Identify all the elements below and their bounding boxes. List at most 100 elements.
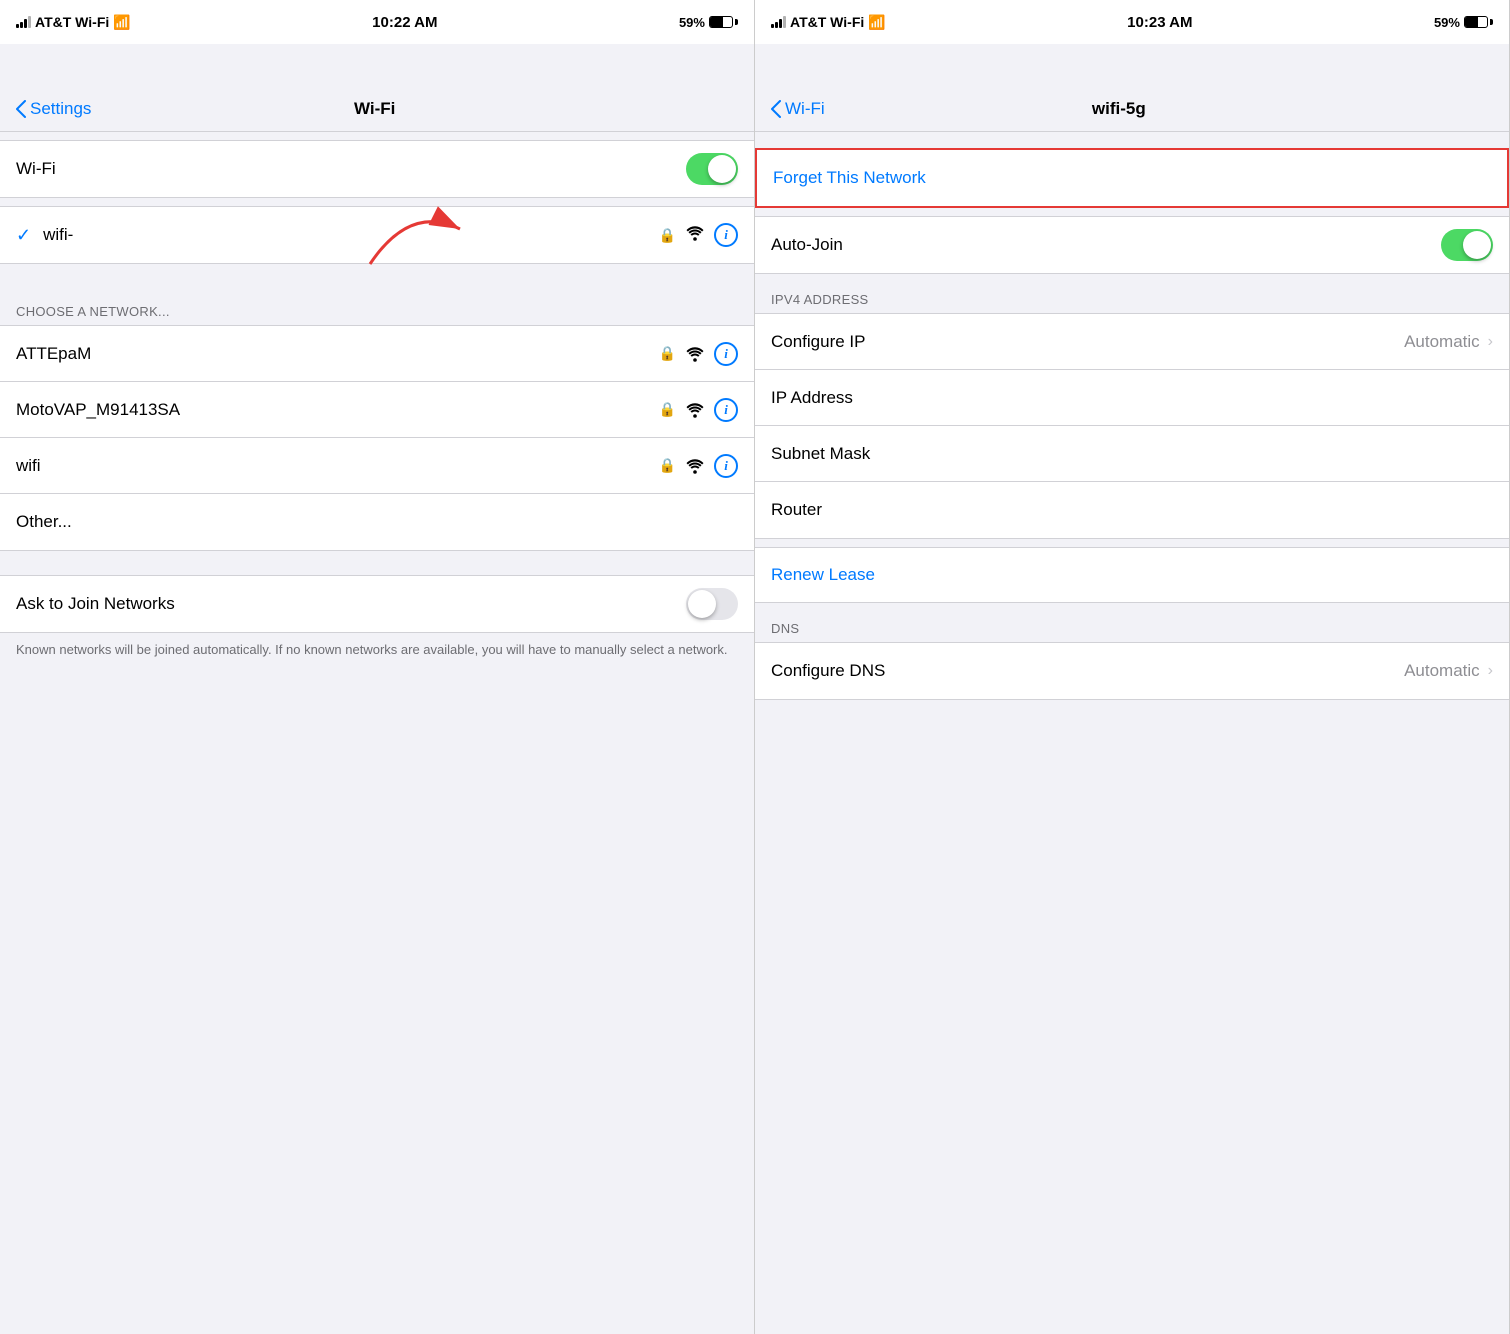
subnet-mask-label: Subnet Mask — [771, 444, 1493, 464]
auto-join-row[interactable]: Auto-Join — [755, 217, 1509, 273]
info-icon-2: i — [724, 458, 728, 474]
page-title-left: Wi-Fi — [354, 99, 395, 119]
carrier-right: AT&T Wi-Fi — [790, 14, 864, 30]
back-chevron-icon — [16, 100, 26, 118]
renew-lease-label: Renew Lease — [771, 565, 875, 585]
forget-network-row[interactable]: Forget This Network — [757, 150, 1507, 206]
left-scroll: Wi-Fi ✓ wifi- 🔒 — [0, 132, 754, 1334]
configure-ip-value: Automatic — [1404, 332, 1480, 352]
available-networks-block: ATTEpaM 🔒 i MotoVAP_M91413SA — [0, 325, 754, 551]
back-label-right: Wi-Fi — [785, 99, 825, 119]
info-button-connected[interactable]: i — [714, 223, 738, 247]
wifi-status-icon: 📶 — [113, 14, 130, 31]
forget-network-label: Forget This Network — [773, 168, 926, 188]
status-right-left: 59% — [679, 15, 738, 30]
status-bar-left: AT&T Wi-Fi 📶 10:22 AM 59% — [0, 0, 754, 44]
status-right-right: 59% — [1434, 15, 1493, 30]
battery-icon-right — [1464, 16, 1493, 28]
router-row: Router — [755, 482, 1509, 538]
lock-icon-0: 🔒 — [659, 345, 676, 362]
renew-lease-row[interactable]: Renew Lease — [755, 547, 1509, 603]
wifi-svg-0 — [684, 346, 706, 362]
back-label-left: Settings — [30, 99, 91, 119]
ask-join-row[interactable]: Ask to Join Networks — [0, 576, 754, 632]
back-button-left[interactable]: Settings — [16, 99, 91, 119]
ask-join-block: Ask to Join Networks — [0, 575, 754, 633]
ip-address-row: IP Address — [755, 370, 1509, 426]
lock-icon-connected: 🔒 — [659, 227, 676, 244]
network-name-2: wifi — [16, 456, 659, 476]
wifi-svg-2 — [684, 458, 706, 474]
configure-dns-value: Automatic — [1404, 661, 1480, 681]
info-button-1[interactable]: i — [714, 398, 738, 422]
status-right-left-area: AT&T Wi-Fi 📶 — [771, 14, 886, 31]
auto-join-block: Auto-Join — [755, 216, 1509, 274]
wifi-strength-connected — [684, 225, 706, 246]
toggle-thumb — [708, 155, 736, 183]
configure-dns-row[interactable]: Configure DNS Automatic › — [755, 643, 1509, 699]
network-name-1: MotoVAP_M91413SA — [16, 400, 659, 420]
info-icon-0: i — [724, 346, 728, 362]
ask-join-toggle[interactable] — [686, 588, 738, 620]
right-scroll: Forget This Network Auto-Join IPV4 ADDRE… — [755, 132, 1509, 1334]
left-panel: AT&T Wi-Fi 📶 10:22 AM 59% Settings Wi-Fi — [0, 0, 755, 1334]
back-button-right[interactable]: Wi-Fi — [771, 99, 825, 119]
choose-network-header: CHOOSE A NETWORK... — [0, 288, 754, 325]
right-panel: AT&T Wi-Fi 📶 10:23 AM 59% Wi-Fi wifi-5g — [755, 0, 1510, 1334]
wifi-bars-svg — [684, 225, 706, 241]
configure-ip-row[interactable]: Configure IP Automatic › — [755, 314, 1509, 370]
auto-join-toggle[interactable] — [1441, 229, 1493, 261]
status-left: AT&T Wi-Fi 📶 — [16, 14, 131, 31]
network-icons-1: 🔒 i — [659, 398, 738, 422]
connected-network-block: ✓ wifi- 🔒 i — [0, 206, 754, 264]
subnet-mask-row: Subnet Mask — [755, 426, 1509, 482]
configure-dns-chevron: › — [1488, 662, 1493, 680]
connected-network-name: wifi- — [43, 225, 658, 245]
ip-address-label: IP Address — [771, 388, 1493, 408]
configure-dns-label: Configure DNS — [771, 661, 1404, 681]
network-row-1[interactable]: MotoVAP_M91413SA 🔒 i — [0, 382, 754, 438]
time-left: 10:22 AM — [372, 14, 437, 31]
info-button-2[interactable]: i — [714, 454, 738, 478]
carrier-left: AT&T Wi-Fi — [35, 14, 109, 30]
configure-ip-label: Configure IP — [771, 332, 1404, 352]
network-icons-2: 🔒 i — [659, 454, 738, 478]
nav-bar-left: Settings Wi-Fi — [0, 44, 754, 132]
dns-block: Configure DNS Automatic › — [755, 642, 1509, 700]
ipv4-block: Configure IP Automatic › IP Address Subn… — [755, 313, 1509, 539]
network-row-0[interactable]: ATTEpaM 🔒 i — [0, 326, 754, 382]
network-icons-0: 🔒 i — [659, 342, 738, 366]
other-network-label: Other... — [16, 512, 738, 532]
lock-icon-1: 🔒 — [659, 401, 676, 418]
wifi-status-icon-right: 📶 — [868, 14, 885, 31]
wifi-toggle-row[interactable]: Wi-Fi — [0, 141, 754, 197]
router-label: Router — [771, 500, 1493, 520]
ask-join-label: Ask to Join Networks — [16, 594, 686, 614]
wifi-toggle-switch[interactable] — [686, 153, 738, 185]
signal-icon — [16, 16, 31, 28]
page-title-right: wifi-5g — [1092, 99, 1146, 119]
lock-icon-2: 🔒 — [659, 457, 676, 474]
auto-join-label: Auto-Join — [771, 235, 1441, 255]
forget-network-block: Forget This Network — [755, 148, 1509, 208]
connected-check-icon: ✓ — [16, 225, 31, 246]
network-name-0: ATTEpaM — [16, 344, 659, 364]
other-network-row[interactable]: Other... — [0, 494, 754, 550]
info-icon-connected: i — [724, 227, 728, 243]
ipv4-section-header: IPV4 ADDRESS — [755, 282, 1509, 313]
info-icon-1: i — [724, 402, 728, 418]
nav-bar-right: Wi-Fi wifi-5g — [755, 44, 1509, 132]
wifi-toggle-block: Wi-Fi — [0, 140, 754, 198]
ask-join-toggle-thumb — [688, 590, 716, 618]
dns-section-header: DNS — [755, 611, 1509, 642]
wifi-svg-1 — [684, 402, 706, 418]
battery-pct-right: 59% — [1434, 15, 1460, 30]
configure-ip-chevron: › — [1488, 333, 1493, 351]
network-row-2[interactable]: wifi 🔒 i — [0, 438, 754, 494]
auto-join-thumb — [1463, 231, 1491, 259]
info-button-0[interactable]: i — [714, 342, 738, 366]
status-bar-right: AT&T Wi-Fi 📶 10:23 AM 59% — [755, 0, 1509, 44]
wifi-toggle-label: Wi-Fi — [16, 159, 686, 179]
connected-row-icons: 🔒 i — [659, 223, 738, 247]
connected-network-row[interactable]: ✓ wifi- 🔒 i — [0, 207, 754, 263]
